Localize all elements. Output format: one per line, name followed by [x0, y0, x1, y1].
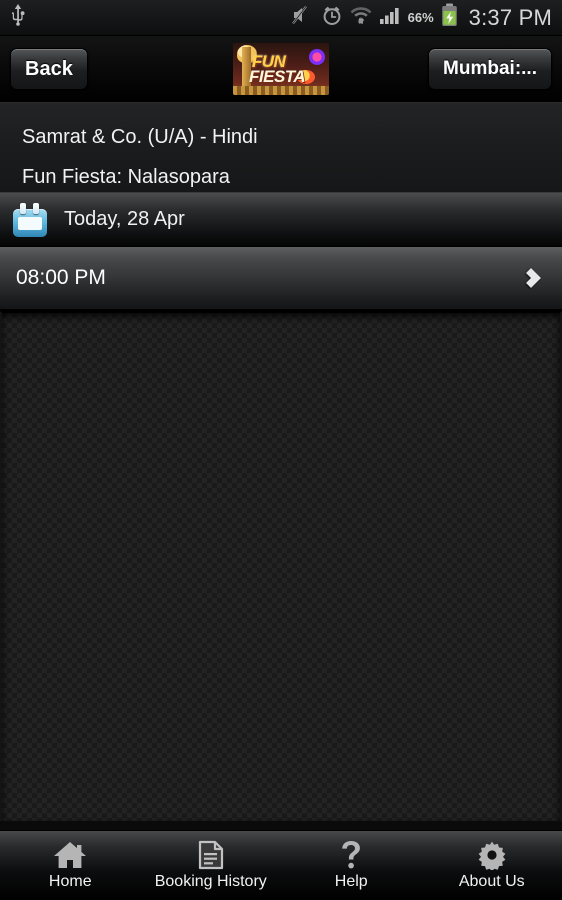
battery-percent-label: 66% [407, 10, 434, 25]
nav-label-about-us: About Us [458, 873, 525, 890]
showtime-row[interactable]: 08:00 PM [0, 247, 562, 311]
status-bar-clock: 3:37 PM [468, 4, 552, 30]
cellular-signal-icon [379, 5, 401, 30]
calendar-icon [12, 202, 48, 237]
nav-item-help[interactable]: Help [281, 831, 422, 900]
home-icon [53, 840, 87, 870]
nav-item-booking-history[interactable]: Booking History [141, 831, 282, 900]
logo-line-2: FIESTA [249, 67, 306, 86]
question-mark-icon [338, 840, 364, 870]
chevron-right-icon[interactable] [520, 263, 546, 293]
gear-icon [477, 840, 507, 870]
date-row[interactable]: Today, 28 Apr [0, 193, 562, 247]
back-button[interactable]: Back [10, 48, 88, 90]
venue-label: Fun Fiesta: Nalasopara [22, 166, 230, 188]
volume-mute-icon [291, 5, 314, 30]
date-label: Today, 28 Apr [64, 208, 185, 230]
nav-label-booking-history: Booking History [154, 873, 267, 890]
bottom-navigation-bar: Home Booking History Help About Us [0, 830, 562, 900]
content-area [0, 311, 562, 821]
usb-icon [10, 4, 26, 31]
document-icon [197, 840, 225, 870]
confetti-graphic-1 [309, 49, 325, 65]
alarm-clock-icon [321, 5, 343, 31]
wifi-data-icon [350, 5, 372, 31]
nav-label-help: Help [334, 873, 368, 890]
nav-label-home: Home [48, 873, 92, 890]
movie-title-label: Samrat & Co. (U/A) - Hindi [22, 126, 258, 148]
battery-charging-icon [441, 3, 458, 32]
status-bar-right: 66% 3:37 PM [291, 3, 552, 32]
nav-item-about-us[interactable]: About Us [422, 831, 562, 900]
status-bar: 66% 3:37 PM [0, 0, 562, 36]
nav-item-home[interactable]: Home [0, 831, 141, 900]
logo-base-bar [233, 86, 329, 95]
app-root: 66% 3:37 PM Back FUN FIESTA Mumbai:... S… [0, 0, 562, 900]
fun-fiesta-logo: FUN FIESTA [233, 43, 329, 95]
status-bar-left [10, 4, 26, 31]
app-header: Back FUN FIESTA Mumbai:... [0, 36, 562, 103]
movie-info-panel: Samrat & Co. (U/A) - Hindi Fun Fiesta: N… [0, 103, 562, 193]
city-selector-button[interactable]: Mumbai:... [428, 48, 552, 90]
showtime-label: 08:00 PM [16, 266, 106, 289]
